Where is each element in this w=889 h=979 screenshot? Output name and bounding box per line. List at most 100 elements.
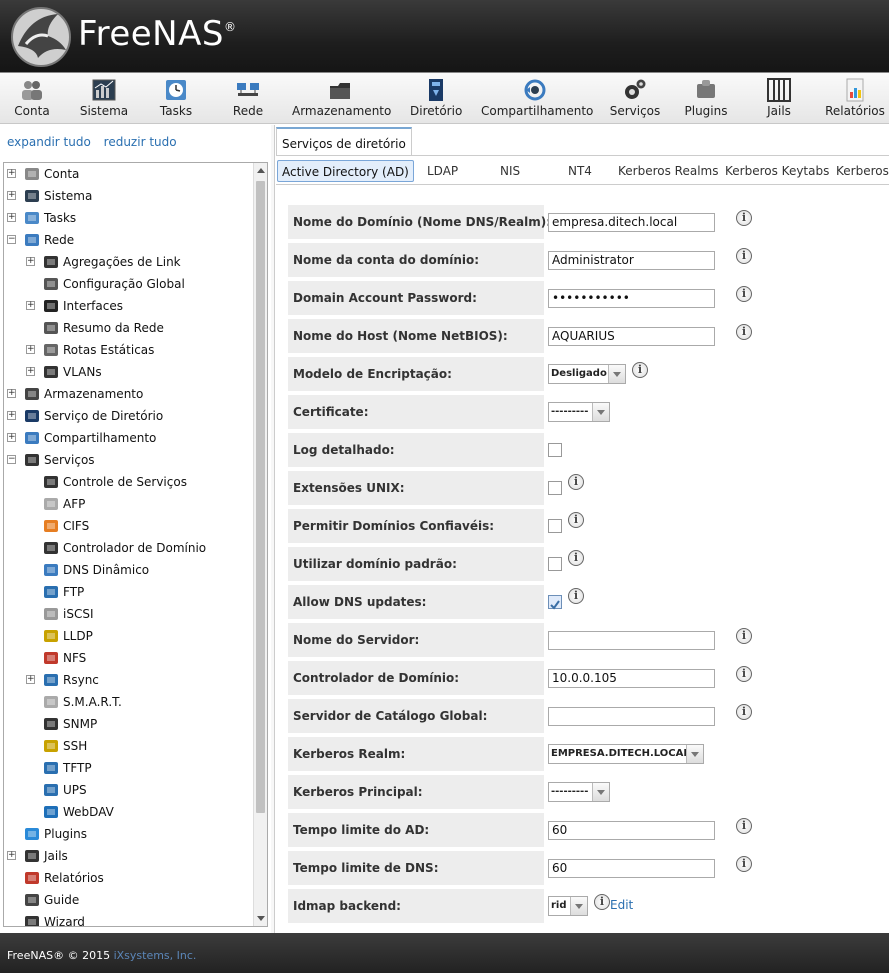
subtab-nt4[interactable]: NT4 [568, 160, 592, 182]
form-row-tempo-limite-de-dns: Tempo limite de DNS: [288, 851, 544, 885]
scrollbar-thumb[interactable] [256, 181, 265, 813]
tree-node-label: Rsync [63, 673, 99, 687]
info-icon[interactable]: i [568, 512, 584, 528]
info-icon[interactable]: i [736, 324, 752, 340]
toolbar-jails-button[interactable]: Jails [762, 73, 796, 123]
extensoes-unix-checkbox[interactable] [548, 481, 562, 495]
expand-toggle-icon[interactable]: + [7, 851, 16, 860]
expand-all-link[interactable]: expandir tudo [7, 135, 91, 149]
toolbar-compartilhamento-button[interactable]: Compartilhamento [481, 73, 593, 123]
utilizar-dominio-padrao-checkbox[interactable] [548, 557, 562, 571]
tree-node-label: Agregações de Link [63, 255, 181, 269]
expand-toggle-icon[interactable]: + [7, 191, 16, 200]
nome-do-dominio-nome-dns-realm-input[interactable]: empresa.ditech.local [548, 213, 715, 232]
toolbar-sistema-button[interactable]: Sistema [78, 73, 130, 123]
directory-icon [24, 408, 40, 424]
wrench-icon [43, 276, 59, 292]
certificate-select[interactable]: --------- [548, 402, 610, 422]
info-icon[interactable]: i [736, 704, 752, 720]
tempo-limite-do-ad-input[interactable]: 60 [548, 821, 715, 840]
expand-toggle-icon[interactable]: + [26, 257, 35, 266]
expand-toggle-icon[interactable]: + [7, 169, 16, 178]
smart-icon [43, 694, 59, 710]
expand-toggle-icon[interactable]: + [7, 411, 16, 420]
info-icon[interactable]: i [736, 210, 752, 226]
toolbar-armazenamento-button[interactable]: Armazenamento [292, 73, 391, 123]
ssh-icon [43, 738, 59, 754]
info-icon[interactable]: i [594, 894, 610, 910]
tree-node-label: Guide [44, 893, 80, 907]
domain-account-password-input[interactable]: ••••••••••• [548, 289, 715, 308]
info-icon[interactable]: i [736, 856, 752, 872]
expand-toggle-icon[interactable]: + [7, 433, 16, 442]
info-icon[interactable]: i [568, 550, 584, 566]
expand-toggle-icon[interactable]: + [26, 345, 35, 354]
info-icon[interactable]: i [736, 248, 752, 264]
sharing-icon [24, 430, 40, 446]
toolbar-plugins-button[interactable]: Plugins [684, 73, 728, 123]
form-row-permitir-dominios-confiaveis: Permitir Domínios Confiavéis: [288, 509, 544, 543]
subtab-kerberos-keytabs[interactable]: Kerberos Keytabs [725, 160, 829, 182]
chevron-down-icon[interactable] [592, 783, 609, 801]
info-icon[interactable]: i [568, 588, 584, 604]
log-detalhado-checkbox[interactable] [548, 443, 562, 457]
expand-toggle-icon[interactable]: + [7, 213, 16, 222]
toolbar-servicos-button[interactable]: Serviços [608, 73, 662, 123]
expand-toggle-icon[interactable]: + [26, 301, 35, 310]
toolbar-rede-button[interactable]: Rede [230, 73, 266, 123]
footer-copyright: FreeNAS® © 2015 [7, 949, 114, 962]
info-icon[interactable]: i [736, 666, 752, 682]
info-icon[interactable]: i [632, 362, 648, 378]
main-toolbar: Conta Sistema Tasks Rede Armazenamento D… [0, 72, 889, 124]
tab-servicos-de-diretorio[interactable]: Serviços de diretório [276, 127, 412, 155]
idmap-edit-link[interactable]: Edit [610, 898, 633, 912]
allow-dns-updates-checkbox[interactable] [548, 595, 562, 610]
scroll-down-arrow-icon[interactable] [257, 916, 265, 921]
form-row-extensoes-unix: Extensões UNIX: [288, 471, 544, 505]
subtab-nis[interactable]: NIS [500, 160, 520, 182]
chevron-down-icon[interactable] [592, 403, 609, 421]
modelo-de-encriptacao-select[interactable]: Desligado [548, 364, 626, 384]
select-value: rid [551, 900, 567, 911]
subtab-kerberos-realms[interactable]: Kerberos Realms [618, 160, 718, 182]
controlador-de-dominio-input[interactable]: 10.0.0.105 [548, 669, 715, 688]
scroll-up-arrow-icon[interactable] [257, 168, 265, 173]
subtab-ldap[interactable]: LDAP [427, 160, 458, 182]
pane-splitter[interactable] [271, 125, 275, 933]
kerberos-realm-select[interactable]: EMPRESA.DITECH.LOCAL [548, 744, 704, 764]
nome-do-host-nome-netbios-input[interactable]: AQUARIUS [548, 327, 715, 346]
chevron-down-icon[interactable] [686, 745, 703, 763]
subtab-active-directory[interactable]: Active Directory (AD) [277, 160, 414, 182]
tree-scrollbar[interactable] [253, 163, 267, 926]
active-directory-form: Nome do Domínio (Nome DNS/Realm): empresa… [276, 185, 889, 933]
toolbar-diretorio-button[interactable]: Diretório [410, 73, 462, 123]
info-icon[interactable]: i [568, 474, 584, 490]
footer-company-link[interactable]: iXsystems, Inc. [114, 949, 197, 962]
tempo-limite-de-dns-input[interactable]: 60 [548, 859, 715, 878]
expand-toggle-icon[interactable]: + [7, 389, 16, 398]
subtab-kerberos[interactable]: Kerberos [836, 160, 889, 182]
chevron-down-icon[interactable] [608, 365, 625, 383]
info-icon[interactable]: i [736, 628, 752, 644]
toolbar-relatorios-button[interactable]: Relatórios [824, 73, 886, 123]
idmap-backend-select[interactable]: rid [548, 896, 588, 916]
apple-icon [43, 496, 59, 512]
collapse-toggle-icon[interactable]: − [7, 235, 16, 244]
nome-do-servidor-input[interactable] [548, 631, 715, 650]
toolbar-tasks-button[interactable]: Tasks [157, 73, 195, 123]
expand-toggle-icon[interactable]: + [26, 675, 35, 684]
select-value: Desligado [551, 368, 607, 379]
info-icon[interactable]: i [736, 286, 752, 302]
nome-da-conta-do-dominio-input[interactable]: Administrator [548, 251, 715, 270]
field-label: Permitir Domínios Confiavéis: [293, 519, 495, 533]
info-icon[interactable]: i [736, 818, 752, 834]
permitir-dominios-confiaveis-checkbox[interactable] [548, 519, 562, 533]
expand-toggle-icon[interactable]: + [26, 367, 35, 376]
kerberos-principal-select[interactable]: --------- [548, 782, 610, 802]
freenas-shark-logo-icon [11, 7, 71, 67]
collapse-all-link[interactable]: reduzir tudo [104, 135, 177, 149]
servidor-de-catalogo-global-input[interactable] [548, 707, 715, 726]
collapse-toggle-icon[interactable]: − [7, 455, 16, 464]
chevron-down-icon[interactable] [570, 897, 587, 915]
toolbar-conta-button[interactable]: Conta [10, 73, 54, 123]
